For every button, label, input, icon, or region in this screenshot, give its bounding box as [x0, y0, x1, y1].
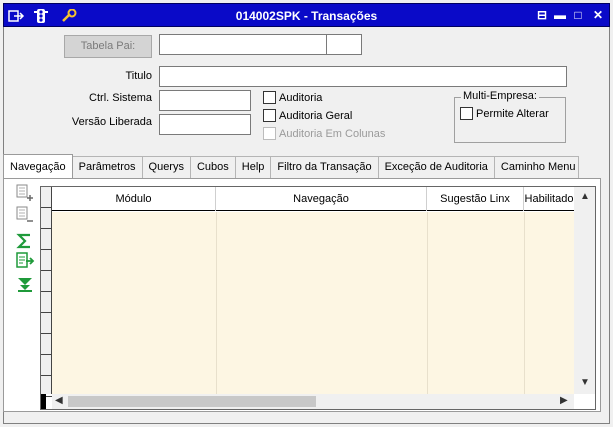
title-strip: 014002SPK - Transações ⊟ ▬ □ ✕ — [3, 3, 610, 27]
tabela-pai-button[interactable]: Tabela Pai: — [64, 35, 152, 58]
horizontal-scrollbar[interactable]: ◀ ▶ — [52, 394, 574, 409]
row-indicator-column — [41, 187, 52, 397]
column-divider — [524, 212, 525, 394]
navegacao-grid[interactable]: Módulo Navegação Sugestão Linx Habilitad… — [40, 186, 596, 410]
remove-row-icon[interactable] — [14, 206, 36, 224]
row-indicator[interactable] — [41, 292, 52, 313]
titulo-label: Titulo — [125, 70, 153, 82]
scroll-up-icon[interactable]: ▲ — [580, 191, 590, 202]
checkbox-box[interactable] — [263, 109, 276, 122]
tab-excecao-auditoria[interactable]: Exceção de Auditoria — [377, 156, 495, 178]
row-indicator[interactable] — [41, 187, 52, 208]
tab-strip: Navegação Parâmetros Querys Cubos Help F… — [3, 154, 579, 178]
row-indicator[interactable] — [41, 334, 52, 355]
row-indicator[interactable] — [41, 313, 52, 334]
sigma-icon[interactable] — [14, 232, 36, 250]
tabela-pai-input[interactable] — [159, 34, 327, 55]
row-indicator[interactable] — [41, 208, 52, 229]
checkbox-box[interactable] — [263, 91, 276, 104]
row-indicator[interactable] — [41, 250, 52, 271]
auditoria-label: Auditoria — [279, 91, 323, 104]
tab-querys[interactable]: Querys — [141, 156, 191, 178]
column-header-habilitado[interactable]: Habilitado — [524, 187, 574, 211]
ctrl-sistema-label: Ctrl. Sistema — [89, 92, 152, 104]
window-title: 014002SPK - Transações — [235, 9, 378, 23]
permite-alterar-label: Permite Alterar — [476, 107, 549, 120]
row-indicator[interactable] — [41, 271, 52, 292]
row-indicator[interactable] — [41, 229, 52, 250]
auditoria-checkbox[interactable]: Auditoria — [263, 91, 322, 104]
expand-down-icon[interactable] — [14, 276, 36, 294]
multi-empresa-title: Multi-Empresa: — [461, 90, 539, 102]
horizontal-scroll-thumb[interactable] — [68, 396, 316, 407]
permite-alterar-checkbox[interactable]: Permite Alterar — [460, 107, 549, 120]
column-header-modulo[interactable]: Módulo — [52, 187, 216, 211]
auditoria-geral-checkbox[interactable]: Auditoria Geral — [263, 109, 352, 122]
titulo-input[interactable] — [159, 66, 567, 87]
scroll-down-icon[interactable]: ▼ — [580, 377, 590, 388]
tab-help[interactable]: Help — [234, 156, 272, 178]
maximize-button[interactable]: □ — [570, 8, 586, 22]
scroll-right-icon[interactable]: ▶ — [560, 395, 568, 406]
tab-parametros[interactable]: Parâmetros — [71, 156, 143, 178]
export-icon[interactable] — [14, 252, 36, 270]
minimize-button[interactable]: ▬ — [552, 8, 568, 22]
column-header-sugestao-linx[interactable]: Sugestão Linx — [427, 187, 524, 211]
row-indicator[interactable] — [41, 355, 52, 376]
auditoria-em-colunas-checkbox[interactable]: Auditoria Em Colunas — [263, 127, 385, 140]
tabela-pai-code-input[interactable] — [326, 34, 362, 55]
column-divider — [427, 212, 428, 394]
checkbox-box[interactable] — [460, 107, 473, 120]
ctrl-sistema-input[interactable] — [159, 90, 251, 111]
column-header-navegacao[interactable]: Navegação — [216, 187, 427, 211]
vertical-scrollbar[interactable]: ▲ ▼ — [574, 187, 595, 394]
tab-caminho-menu[interactable]: Caminho Menu — [493, 156, 579, 178]
grid-body[interactable] — [52, 212, 574, 394]
checkbox-box[interactable] — [263, 127, 276, 140]
grid-corner — [41, 394, 46, 409]
title-bar: 014002SPK - Transações ⊟ ▬ □ ✕ — [0, 0, 613, 30]
tab-navegacao[interactable]: Navegação — [3, 154, 73, 178]
close-button[interactable]: ✕ — [590, 8, 606, 22]
grid-header: Módulo Navegação Sugestão Linx Habilitad… — [52, 187, 574, 211]
auditoria-em-colunas-label: Auditoria Em Colunas — [279, 127, 386, 140]
restore-button[interactable]: ⊟ — [534, 8, 550, 22]
versao-liberada-label: Versão Liberada — [71, 116, 152, 128]
scroll-left-icon[interactable]: ◀ — [55, 395, 63, 406]
column-divider — [216, 212, 217, 394]
multi-empresa-group: Multi-Empresa: Permite Alterar — [454, 90, 566, 143]
auditoria-geral-label: Auditoria Geral — [279, 109, 353, 122]
versao-liberada-input[interactable] — [159, 114, 251, 135]
tab-cubos[interactable]: Cubos — [189, 156, 236, 178]
tab-filtro-transacao[interactable]: Filtro da Transação — [270, 156, 379, 178]
add-row-icon[interactable] — [14, 184, 36, 202]
